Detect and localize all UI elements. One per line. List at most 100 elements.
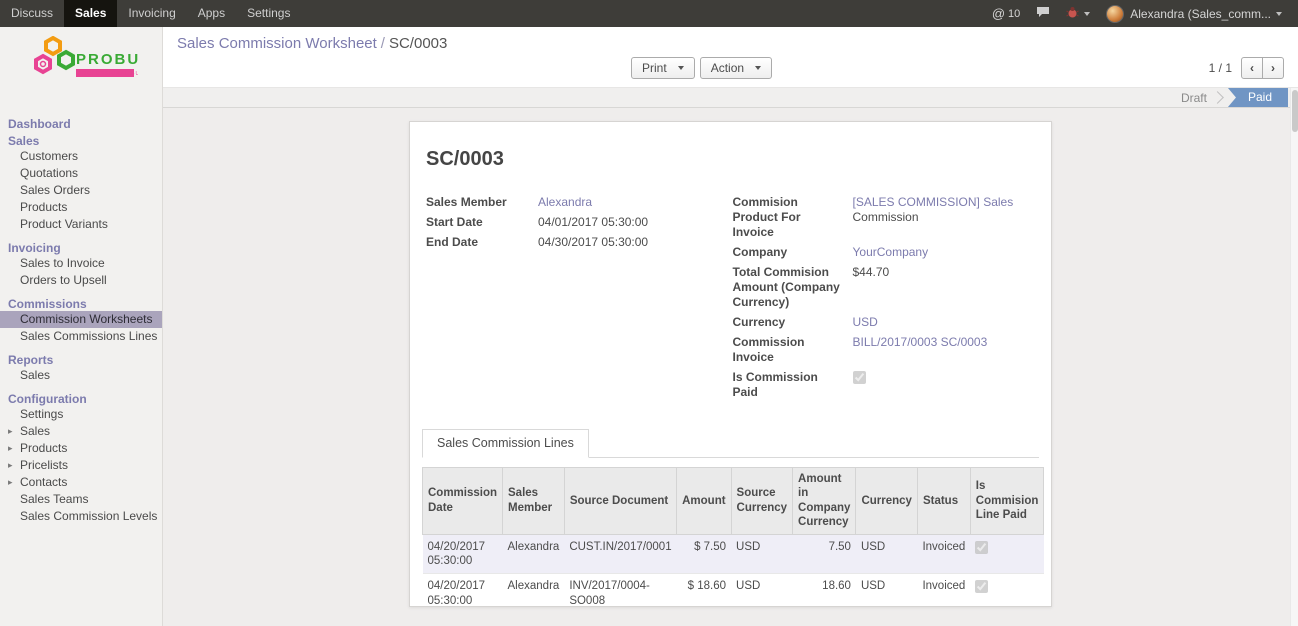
sidebar-item-sales-commissions-lines[interactable]: Sales Commissions Lines: [0, 328, 162, 345]
sidebar-item-sales-commission-levels[interactable]: Sales Commission Levels: [0, 508, 162, 525]
is-commission-paid-label: Is Commission Paid: [733, 370, 853, 400]
sidebar-item-sales-to-invoice[interactable]: Sales to Invoice: [0, 255, 162, 272]
probuse-logo: PROBUSE PROFESSIONAL BUSINESS: [0, 27, 162, 105]
field-group-left: Sales Member Alexandra Start Date 04/01/…: [426, 195, 733, 405]
commission-invoice-link[interactable]: BILL/2017/0003 SC/0003: [853, 335, 988, 365]
messages-menu[interactable]: [1028, 0, 1058, 27]
cell-member: Alexandra: [503, 534, 565, 574]
sidebar-item-orders-to-upsell[interactable]: Orders to Upsell: [0, 272, 162, 289]
statusbar: Draft Paid: [163, 87, 1298, 108]
col-header-currency[interactable]: Currency: [856, 468, 918, 535]
form-field-groups: Sales Member Alexandra Start Date 04/01/…: [422, 195, 1039, 405]
action-button-label: Action: [711, 61, 744, 75]
sales-member-link[interactable]: Alexandra: [538, 195, 592, 210]
col-header-amount-company-currency[interactable]: Amount in Company Currency: [793, 468, 856, 535]
cell-currency: USD: [856, 534, 918, 574]
sidebar-item-products[interactable]: Products: [0, 199, 162, 216]
commission-lines-table: Commission Date Sales Member Source Docu…: [422, 467, 1044, 607]
menu-settings[interactable]: Settings: [236, 0, 301, 27]
menu-sales[interactable]: Sales: [64, 0, 117, 27]
commission-lines-table-container: Commission Date Sales Member Source Docu…: [422, 467, 1039, 607]
tab-sales-commission-lines[interactable]: Sales Commission Lines: [422, 429, 589, 458]
sidebar-item-customers[interactable]: Customers: [0, 148, 162, 165]
status-paid[interactable]: Paid: [1228, 88, 1288, 107]
expand-arrow-icon: ▸: [8, 457, 13, 474]
topbar-right: @ 10 Alexandra (Sales_c: [984, 0, 1298, 27]
activity-menu[interactable]: @ 10: [984, 0, 1028, 27]
sidebar-item-product-variants[interactable]: Product Variants: [0, 216, 162, 233]
chat-icon: [1036, 6, 1050, 21]
col-header-source-currency[interactable]: Source Currency: [731, 468, 793, 535]
col-header-amount[interactable]: Amount: [677, 468, 731, 535]
sidebar-item-settings[interactable]: Settings: [0, 406, 162, 423]
notebook: Sales Commission Lines Commission Date S…: [422, 429, 1039, 607]
sidebar: PROBUSE PROFESSIONAL BUSINESS Dashboard …: [0, 27, 163, 626]
pager-prev-button[interactable]: ‹: [1241, 57, 1263, 79]
menu-apps[interactable]: Apps: [187, 0, 236, 27]
commission-product-continuation: Commission: [853, 210, 1014, 225]
sidebar-heading-configuration[interactable]: Configuration: [0, 393, 162, 406]
debug-menu[interactable]: [1058, 0, 1098, 27]
sidebar-heading-invoicing[interactable]: Invoicing: [0, 242, 162, 255]
status-draft[interactable]: Draft: [1171, 91, 1217, 105]
col-header-source-document[interactable]: Source Document: [564, 468, 676, 535]
sidebar-item-label: Products: [20, 441, 67, 455]
sidebar-item-config-sales[interactable]: ▸Sales: [0, 423, 162, 440]
line-paid-checkbox[interactable]: [975, 580, 988, 593]
control-panel-buttons-row: Print Action 1 / 1 ‹ ›: [163, 54, 1298, 87]
start-date-value: 04/01/2017 05:30:00: [538, 215, 648, 230]
sidebar-item-contacts[interactable]: ▸Contacts: [0, 474, 162, 491]
currency-label: Currency: [733, 315, 853, 330]
sidebar-item-config-products[interactable]: ▸Products: [0, 440, 162, 457]
table-row[interactable]: 04/20/2017 05:30:00 Alexandra CUST.IN/20…: [423, 534, 1044, 574]
mention-icon: @: [992, 6, 1005, 21]
breadcrumb-parent-link[interactable]: Sales Commission Worksheet: [177, 35, 377, 52]
sidebar-item-commission-worksheets[interactable]: Commission Worksheets: [0, 311, 162, 328]
breadcrumb-current: SC/0003: [389, 35, 447, 52]
sidebar-heading-sales[interactable]: Sales: [0, 135, 162, 148]
chevron-down-icon: [1276, 12, 1282, 16]
col-header-status[interactable]: Status: [917, 468, 970, 535]
breadcrumb-separator: /: [377, 35, 389, 52]
table-row[interactable]: 04/20/2017 05:30:00 Alexandra INV/2017/0…: [423, 574, 1044, 607]
print-button-label: Print: [642, 61, 667, 75]
logo-text: PROBUSE: [76, 51, 138, 68]
col-header-commission-date[interactable]: Commission Date: [423, 468, 503, 535]
activity-count: 10: [1008, 8, 1020, 20]
chevron-down-icon: [678, 66, 684, 70]
sales-member-label: Sales Member: [426, 195, 538, 210]
commission-product-link[interactable]: [SALES COMMISSION] Sales: [853, 195, 1014, 209]
pager-next-button[interactable]: ›: [1263, 57, 1284, 79]
sidebar-item-sales-orders[interactable]: Sales Orders: [0, 182, 162, 199]
menu-invoicing[interactable]: Invoicing: [117, 0, 186, 27]
menu-discuss[interactable]: Discuss: [0, 0, 64, 27]
bug-icon: [1066, 6, 1079, 22]
sidebar-heading-commissions[interactable]: Commissions: [0, 298, 162, 311]
sidebar-heading-reports[interactable]: Reports: [0, 354, 162, 367]
total-commission-label: Total Commision Amount (Company Currency…: [733, 265, 853, 310]
user-menu[interactable]: Alexandra (Sales_comm...: [1098, 0, 1290, 27]
user-name: Alexandra (Sales_comm...: [1130, 7, 1271, 21]
cell-date: 04/20/2017 05:30:00: [423, 534, 503, 574]
col-header-sales-member[interactable]: Sales Member: [503, 468, 565, 535]
is-commission-paid-checkbox[interactable]: [853, 371, 866, 384]
line-paid-checkbox[interactable]: [975, 541, 988, 554]
action-button[interactable]: Action: [700, 57, 772, 79]
sidebar-item-reports-sales[interactable]: Sales: [0, 367, 162, 384]
sidebar-heading-dashboard[interactable]: Dashboard: [0, 118, 162, 131]
cell-currency: USD: [856, 574, 918, 607]
currency-link[interactable]: USD: [853, 315, 878, 330]
sidebar-item-quotations[interactable]: Quotations: [0, 165, 162, 182]
avatar: [1106, 5, 1124, 23]
col-header-is-commission-line-paid[interactable]: Is Commision Line Paid: [970, 468, 1044, 535]
vertical-scrollbar[interactable]: [1290, 88, 1298, 626]
scrollbar-thumb[interactable]: [1292, 90, 1298, 132]
chevron-down-icon: [1084, 12, 1090, 16]
breadcrumb: Sales Commission Worksheet/SC/0003: [163, 27, 1298, 54]
company-link[interactable]: YourCompany: [853, 245, 929, 260]
sidebar-item-pricelists[interactable]: ▸Pricelists: [0, 457, 162, 474]
print-button[interactable]: Print: [631, 57, 695, 79]
sidebar-item-sales-teams[interactable]: Sales Teams: [0, 491, 162, 508]
field-group-right: Commision Product For Invoice [SALES COM…: [733, 195, 1040, 405]
sidebar-item-label: Sales: [20, 424, 50, 438]
